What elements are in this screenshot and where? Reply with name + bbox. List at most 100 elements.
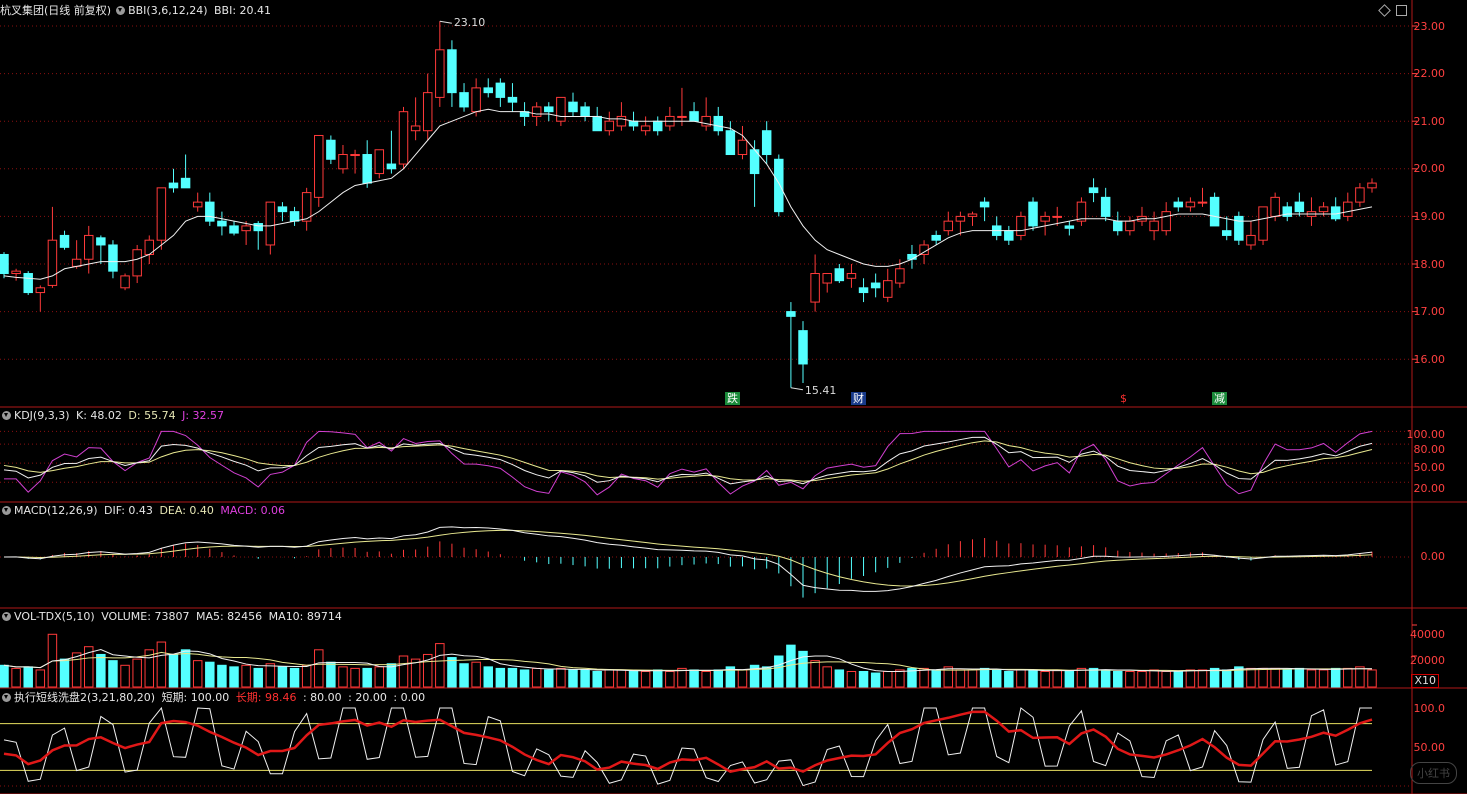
volume-bar	[1088, 667, 1099, 688]
volume-bar	[810, 660, 820, 688]
kdj-tick-label: 50.00	[1413, 461, 1446, 474]
vol-menu-icon[interactable]	[2, 612, 11, 621]
volume-bar	[1076, 667, 1087, 688]
volume-bar	[483, 666, 493, 688]
candle-body	[483, 87, 493, 94]
volume-bar	[0, 664, 9, 688]
volume-bar	[1185, 669, 1196, 688]
exec-short-line	[3, 706, 1372, 787]
candle-body	[1173, 201, 1184, 208]
volume-bar	[883, 671, 893, 688]
candle-body	[919, 244, 929, 255]
volume-bar	[1318, 669, 1329, 688]
vol-title[interactable]: VOL-TDX(5,10)	[14, 610, 95, 623]
macd-macd-value: MACD: 0.06	[220, 504, 286, 517]
volume-bar	[713, 669, 724, 688]
candle-body	[59, 234, 70, 248]
candle-body	[96, 237, 106, 246]
candle-body	[374, 149, 385, 175]
event-tag-dollar[interactable]: $	[1118, 392, 1129, 405]
candle-body	[314, 134, 324, 198]
candle-body	[398, 111, 409, 165]
exec-menu-icon[interactable]	[2, 693, 11, 702]
volume-bar	[1125, 671, 1135, 688]
kdj-d-line	[3, 440, 1373, 482]
vol-panel-header: VOL-TDX(5,10) VOLUME: 73807 MA5: 82456 M…	[0, 609, 345, 625]
candle-body	[979, 201, 990, 208]
volume-bar	[967, 669, 978, 688]
candle-body	[410, 125, 421, 132]
volume-bar	[362, 667, 372, 688]
candle-body	[350, 154, 360, 157]
kdj-title[interactable]: KDJ(9,3,3)	[14, 409, 70, 422]
volume-bar	[544, 669, 554, 688]
volume-bar	[652, 669, 663, 688]
volume-bar	[59, 658, 70, 688]
volume-bar	[495, 667, 506, 688]
low-price-label: 15.41	[805, 384, 837, 397]
candle-body	[1088, 187, 1099, 194]
candle-body	[1258, 206, 1268, 241]
volume-bar	[471, 661, 481, 688]
kdj-menu-icon[interactable]	[2, 411, 11, 420]
volume-bar	[1355, 666, 1365, 688]
kdj-tick-label: 80.00	[1413, 443, 1446, 456]
volume-bar	[858, 671, 869, 688]
volume-bar	[350, 667, 360, 688]
volume-bar	[1161, 671, 1171, 688]
volume-bar	[774, 655, 784, 688]
event-tag-reduce[interactable]: 减	[1212, 392, 1227, 405]
candle-body	[858, 287, 869, 294]
macd-menu-icon[interactable]	[2, 506, 11, 515]
candle-body	[907, 253, 917, 260]
volume-bar	[979, 667, 990, 688]
candle-body	[544, 106, 554, 113]
event-tag-finance[interactable]: 财	[851, 392, 866, 405]
volume-bar	[180, 649, 191, 688]
volume-bar	[1064, 671, 1075, 688]
square-icon[interactable]	[1396, 5, 1407, 16]
main-panel-header: 杭叉集团(日线 前复权) BBI(3,6,12,24) BBI: 20.41	[0, 3, 274, 19]
volume-bar	[556, 667, 566, 688]
macd-dif-value: DIF: 0.43	[104, 504, 153, 517]
candle-body	[568, 101, 578, 113]
volume-bar	[192, 660, 203, 688]
volume-bar	[1052, 669, 1062, 688]
candle-body	[1016, 215, 1026, 236]
candle-body	[108, 244, 118, 272]
volume-bar	[1343, 667, 1353, 688]
candle-body	[435, 49, 445, 98]
volume-bar	[1004, 671, 1014, 688]
volume-bar	[1149, 669, 1159, 688]
volume-bar	[1246, 667, 1256, 688]
bbi-indicator-name[interactable]: BBI(3,6,12,24)	[128, 4, 207, 17]
candle-body	[677, 115, 687, 118]
macd-title[interactable]: MACD(12,26,9)	[14, 504, 98, 517]
volume-bar	[11, 667, 21, 688]
indicator-menu-icon[interactable]	[116, 6, 126, 15]
kdj-k-value: K: 48.02	[76, 409, 122, 422]
vol-tick-label: 40000	[1410, 628, 1445, 641]
candle-body	[810, 273, 820, 303]
event-tag-drop[interactable]: 跌	[725, 392, 740, 405]
volume-bar	[846, 671, 857, 688]
candle-body	[895, 268, 905, 284]
candle-body	[1028, 201, 1038, 227]
price-tick-label: 18.00	[1413, 258, 1446, 271]
exec-20-value: : 20.00	[348, 691, 387, 704]
stock-title: 杭叉集团(日线 前复权)	[0, 4, 112, 17]
volume-bar	[265, 663, 276, 688]
volume-bar	[519, 669, 530, 688]
candle-body	[362, 154, 372, 184]
volume-bar	[447, 657, 457, 688]
vol-ma10-value: MA10: 89714	[268, 610, 342, 623]
volume-bar	[96, 653, 106, 688]
candle-body	[47, 239, 58, 286]
volume-bar	[1028, 669, 1038, 688]
candle-body	[580, 106, 590, 117]
candle-body	[35, 287, 46, 294]
candle-body	[798, 330, 808, 365]
exec-title[interactable]: 执行短线洗盘2(3,21,80,20)	[14, 691, 155, 704]
volume-bar	[1197, 669, 1208, 688]
candle-body	[640, 125, 651, 132]
